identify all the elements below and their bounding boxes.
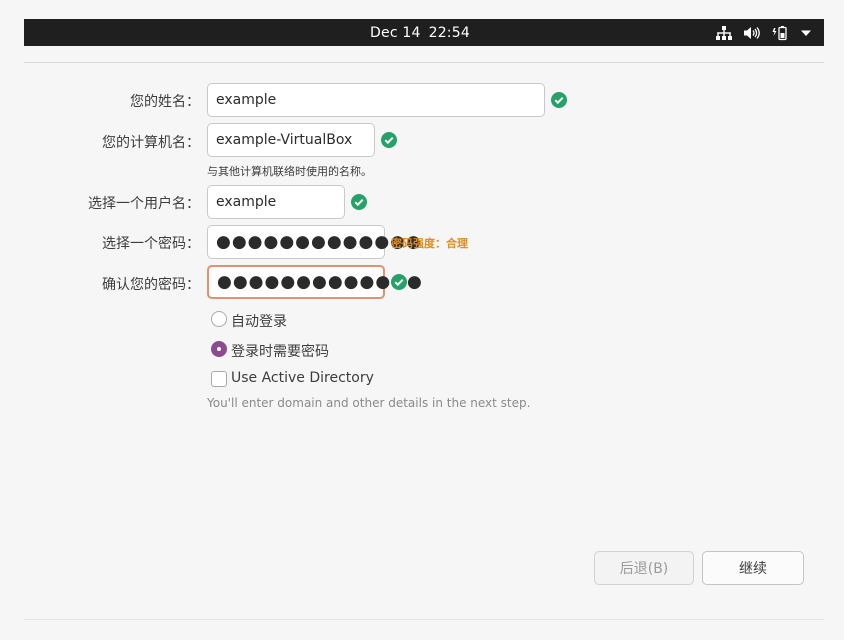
computer-name-valid-check-icon — [381, 132, 397, 148]
require-password-label[interactable]: 登录时需要密码 — [231, 341, 329, 361]
active-directory-note: You'll enter domain and other details in… — [207, 396, 531, 410]
window-bottom-edge — [24, 619, 824, 620]
clock[interactable]: Dec 14 22:54 — [370, 25, 478, 41]
computer-name-label: 您的计算机名： — [102, 135, 200, 151]
system-tray[interactable] — [716, 19, 812, 46]
computer-name-value: example-VirtualBox — [216, 132, 353, 148]
back-button[interactable]: 后退(B) — [594, 551, 694, 585]
name-valid-check-icon — [551, 92, 567, 108]
header-separator — [24, 62, 824, 63]
password-label: 选择一个密码： — [102, 236, 200, 252]
continue-button[interactable]: 继续 — [702, 551, 804, 585]
battery-icon — [772, 25, 788, 41]
password-field[interactable]: ●●●●●●●●●●●●● — [207, 225, 421, 259]
confirm-password-field[interactable]: ●●●●●●●●●●●●● — [207, 265, 422, 299]
username-valid-check-icon — [351, 194, 367, 210]
computer-name-hint: 与其他计算机联络时使用的名称。 — [207, 165, 372, 178]
active-directory-checkbox[interactable] — [211, 371, 227, 387]
name-label: 您的姓名： — [130, 94, 200, 110]
clock-date: Dec 14 — [370, 24, 421, 41]
auto-login-label[interactable]: 自动登录 — [231, 311, 287, 331]
username-field[interactable]: example — [207, 185, 345, 219]
name-field[interactable]: example — [207, 83, 545, 117]
auto-login-radio[interactable] — [211, 311, 227, 327]
require-password-radio[interactable] — [211, 341, 227, 357]
installer-window: 您的姓名： example 您的计算机名： example-VirtualBox… — [24, 46, 824, 620]
network-wired-icon — [716, 25, 732, 40]
password-strength: 密码强度：合理 — [391, 237, 468, 250]
computer-name-field[interactable]: example-VirtualBox — [207, 123, 375, 157]
confirm-password-valid-check-icon — [391, 274, 407, 290]
top-bar: Dec 14 22:54 — [24, 19, 824, 46]
system-menu-arrow-icon — [800, 29, 812, 37]
clock-time: 22:54 — [428, 24, 470, 41]
name-value: example — [216, 92, 277, 108]
volume-icon — [744, 26, 760, 40]
username-value: example — [216, 194, 277, 210]
active-directory-label[interactable]: Use Active Directory — [231, 370, 374, 386]
confirm-password-label: 确认您的密码： — [102, 277, 200, 293]
username-label: 选择一个用户名： — [88, 196, 200, 212]
